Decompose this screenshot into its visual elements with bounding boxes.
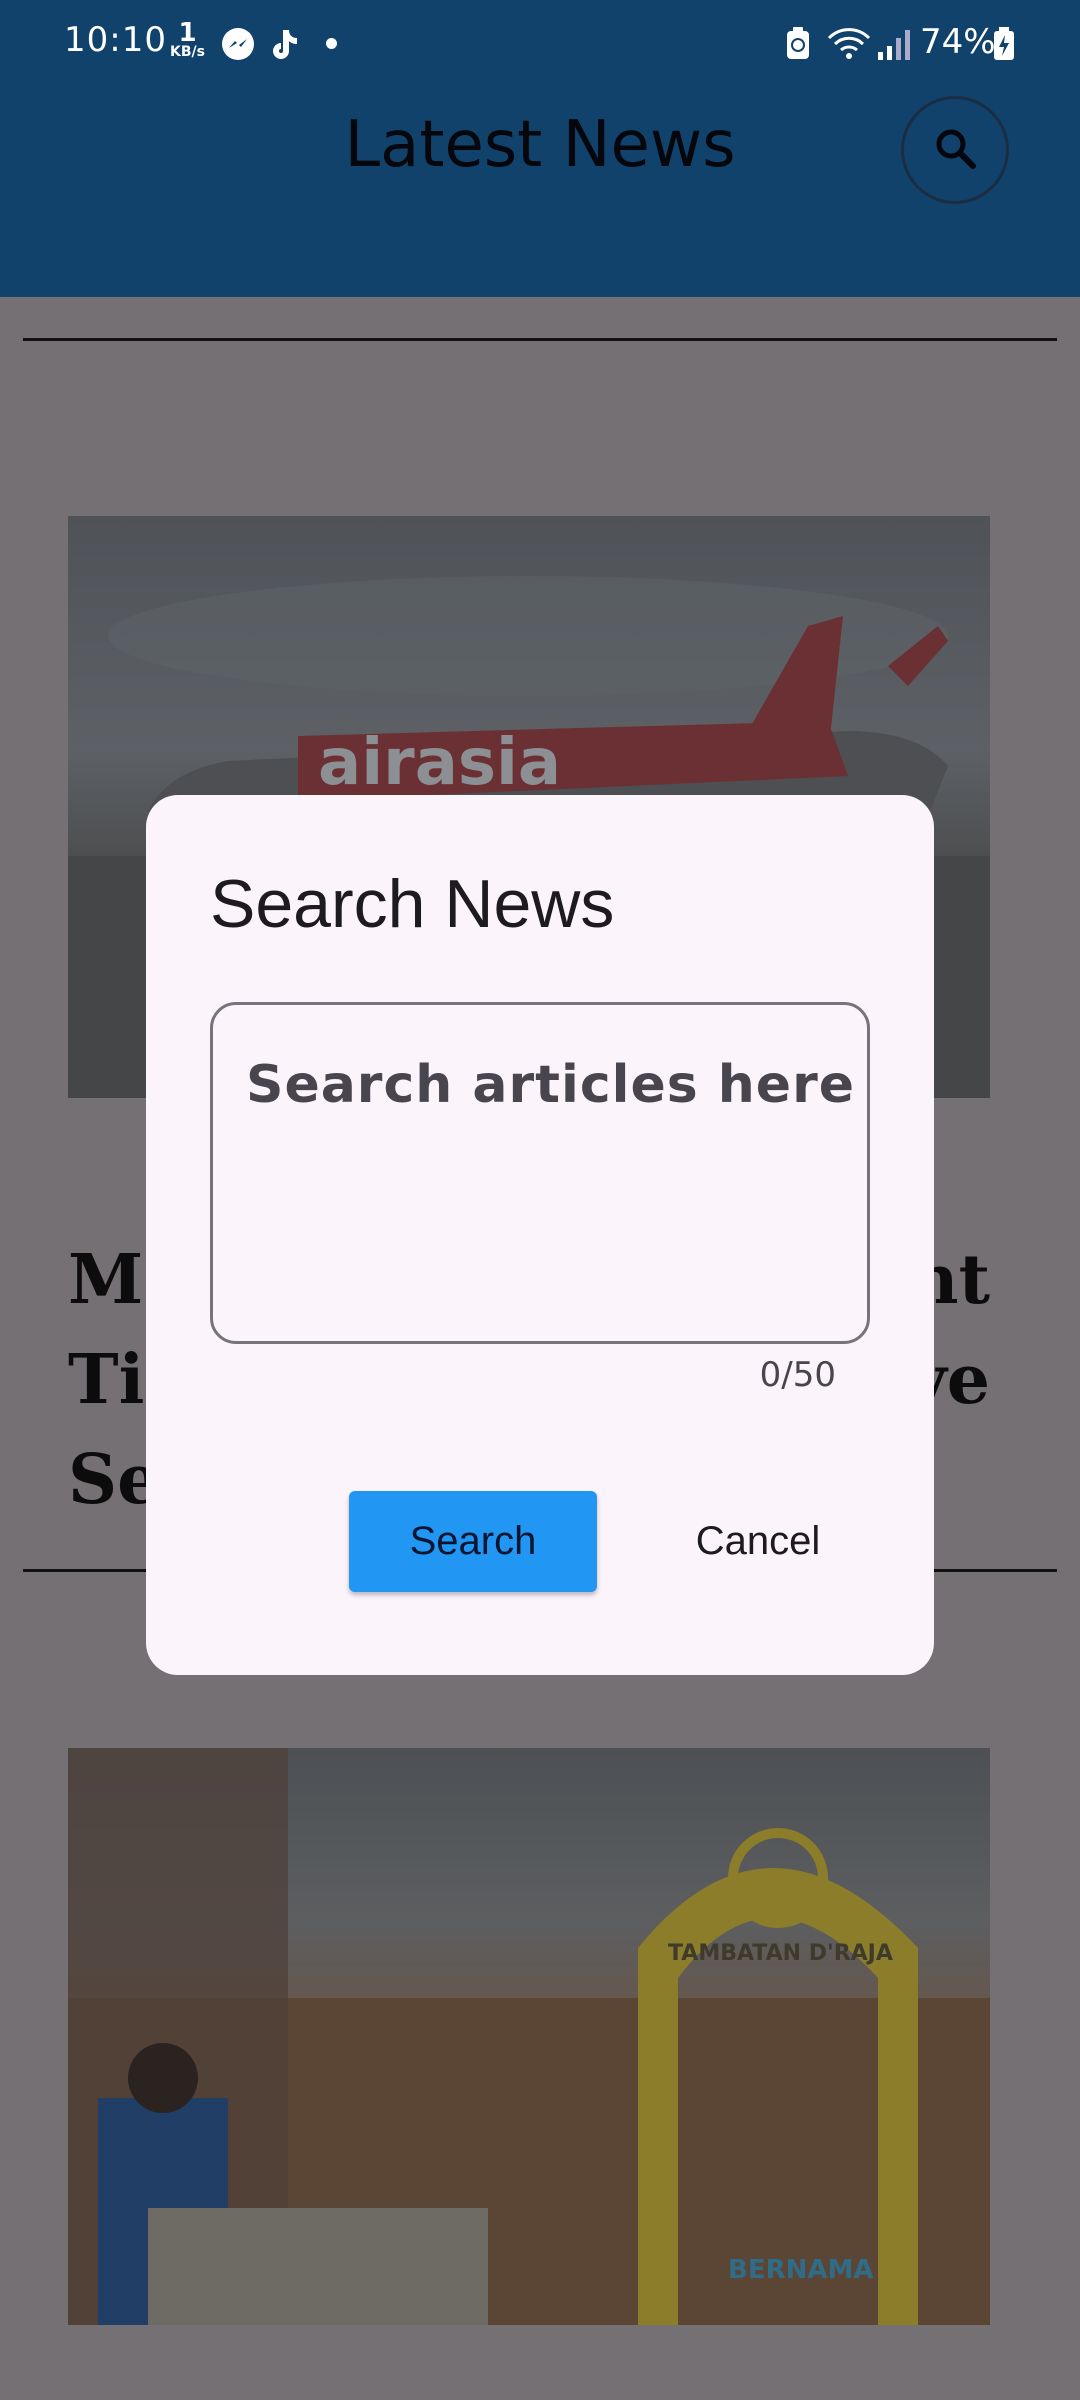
network-speed: 1 KB/s [170,18,205,60]
character-counter: 0/50 [759,1355,836,1395]
signal-icon [876,26,912,66]
status-time: 10:10 [64,20,167,60]
search-icon [933,126,977,175]
notification-dot-icon [326,38,337,49]
search-button[interactable] [901,96,1009,204]
messenger-icon [220,26,256,66]
tiktok-icon [266,26,302,66]
status-bar: 10:10 1 KB/s 74% [0,0,1080,86]
battery-saver-icon [784,26,812,66]
search-dialog: Search News Search articles here 0/50 Se… [146,795,934,1675]
search-submit-button[interactable]: Search [349,1491,597,1592]
image-watermark: BERNAMA [728,2255,873,2285]
search-input-placeholder: Search articles here [246,1055,855,1115]
cancel-button[interactable]: Cancel [658,1491,858,1592]
article-image-text: airasia [318,726,561,800]
dialog-title: Search News [210,866,615,942]
divider [23,338,1057,341]
search-input[interactable]: Search articles here [210,1002,870,1344]
image-sign-text: TAMBATAN D'RAJA [668,1941,893,1966]
app-bar: 10:10 1 KB/s 74% Latest News [0,0,1080,297]
battery-charging-icon [992,26,1016,66]
headline-fragment: Ti [68,1340,145,1420]
article-image[interactable]: TAMBATAN D'RAJA BERNAMA [68,1748,990,2325]
network-speed-value: 1 [178,18,197,48]
battery-percent: 74% [920,22,996,62]
wifi-icon [826,26,872,66]
headline-fragment: M [68,1240,144,1320]
network-speed-unit: KB/s [170,44,205,60]
